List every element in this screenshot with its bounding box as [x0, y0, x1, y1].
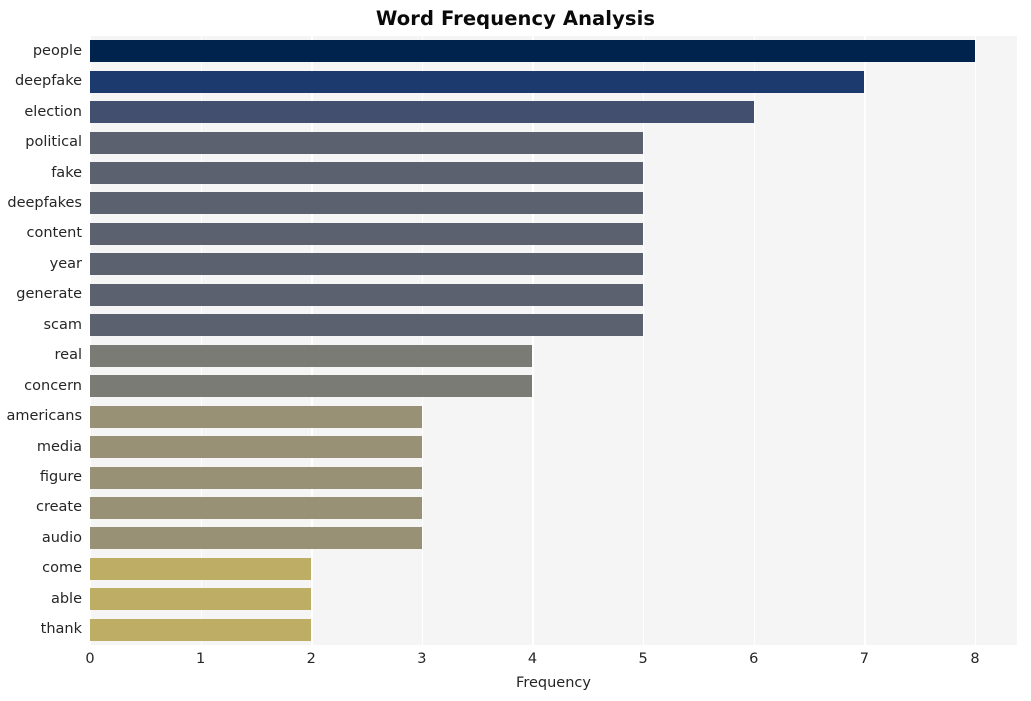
x-axis-title-text: Frequency — [516, 675, 591, 691]
y-tick-label-deepfakes: deepfakes — [7, 194, 82, 211]
y-axis-tick-labels: people deepfake election political fake deepf… — [0, 36, 1031, 645]
y-tick-label-generate: generate — [16, 286, 82, 303]
x-tick-label-8: 8 — [970, 651, 980, 667]
y-tick-label-year: year — [49, 255, 82, 272]
y-tick-label-political: political — [25, 134, 82, 151]
y-tick-label-real: real — [54, 347, 82, 364]
y-tick-label-audio: audio — [41, 529, 82, 546]
x-axis-tick-labels: 0 1 2 3 4 5 6 7 8 — [85, 650, 1017, 672]
x-tick-label-3: 3 — [417, 651, 427, 667]
y-tick-label-come: come — [42, 560, 82, 577]
x-tick-label-0: 0 — [85, 651, 95, 667]
y-tick-label-people: people — [32, 42, 82, 59]
y-tick-label-concern: concern — [24, 377, 82, 394]
x-tick-label-7: 7 — [859, 651, 869, 667]
x-tick-label-6: 6 — [749, 651, 759, 667]
x-axis-title: Frequency — [90, 674, 1017, 692]
x-tick-label-4: 4 — [527, 651, 538, 667]
y-tick-label-able: able — [50, 590, 82, 607]
y-tick-label-media: media — [36, 438, 82, 455]
x-tick-label-2: 2 — [306, 651, 316, 667]
y-tick-label-content: content — [26, 225, 82, 242]
y-tick-label-deepfake: deepfake — [14, 73, 82, 90]
x-tick-label-5: 5 — [638, 651, 648, 667]
y-tick-label-americans: americans — [6, 408, 82, 425]
chart-figure: Word Frequency Analysis people deepfake el… — [0, 0, 1031, 701]
y-tick-label-create: create — [35, 499, 82, 516]
y-tick-label-figure: figure — [39, 469, 82, 486]
x-tick-label-1: 1 — [195, 651, 206, 667]
y-tick-label-scam: scam — [43, 316, 82, 333]
chart-title: Word Frequency Analysis — [375, 7, 656, 30]
y-tick-label-thank: thank — [40, 621, 82, 638]
y-tick-label-fake: fake — [51, 164, 82, 181]
y-tick-label-election: election — [24, 103, 82, 120]
